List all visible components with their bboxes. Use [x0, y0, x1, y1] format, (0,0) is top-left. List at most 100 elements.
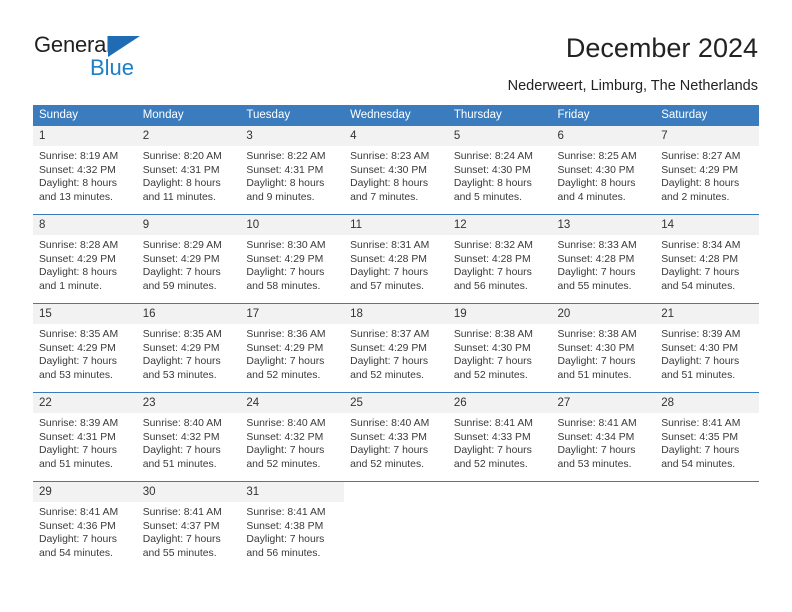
- calendar-day-cell[interactable]: 18 Sunrise: 8:37 AM Sunset: 4:29 PM Dayligh…: [344, 304, 448, 392]
- sunrise-sunset-calendar-table: Sunday Monday Tuesday Wednesday Thursday…: [33, 105, 759, 570]
- day-sun-info: Sunrise: 8:41 AM Sunset: 4:34 PM Daylight:…: [552, 413, 656, 471]
- daylight-duration-line2: and 56 minutes.: [246, 547, 321, 559]
- day-number: 6: [551, 126, 656, 146]
- general-blue-logo[interactable]: General Blue: [34, 33, 184, 83]
- day-number: 23: [136, 393, 241, 413]
- sunrise-time: Sunrise: 8:38 AM: [557, 329, 637, 340]
- calendar-day-cell[interactable]: 6 Sunrise: 8:25 AM Sunset: 4:30 PM Daylight…: [551, 126, 656, 214]
- day-number: 30: [136, 482, 241, 502]
- sunrise-time: Sunrise: 8:41 AM: [453, 418, 533, 429]
- sunset-time: Sunset: 4:29 PM: [246, 253, 324, 265]
- daylight-duration-line2: and 4 minutes.: [557, 191, 626, 203]
- daylight-duration-line2: and 54 minutes.: [661, 280, 736, 292]
- calendar-day-cell[interactable]: 31 Sunrise: 8:41 AM Sunset: 4:38 PM Dayligh…: [240, 482, 345, 570]
- day-number: 29: [33, 482, 137, 502]
- sunrise-time: Sunrise: 8:30 AM: [246, 240, 326, 251]
- sunset-time: Sunset: 4:28 PM: [453, 253, 531, 265]
- daylight-duration-line2: and 51 minutes.: [142, 458, 217, 470]
- calendar-day-cell[interactable]: 25 Sunrise: 8:40 AM Sunset: 4:33 PM Dayligh…: [344, 393, 448, 481]
- daylight-duration-line1: Daylight: 7 hours: [142, 534, 221, 546]
- calendar-day-cell[interactable]: 24 Sunrise: 8:40 AM Sunset: 4:32 PM Dayligh…: [240, 393, 345, 481]
- calendar-empty-cell: [655, 482, 759, 570]
- weekday-header-sunday: Sunday: [33, 105, 137, 126]
- page-header: General Blue December 2024 Nederweert, L…: [0, 0, 792, 100]
- sunset-time: Sunset: 4:28 PM: [661, 253, 739, 265]
- calendar-day-cell[interactable]: 1 Sunrise: 8:19 AM Sunset: 4:32 PM Daylight…: [33, 126, 137, 214]
- calendar-day-cell[interactable]: 14 Sunrise: 8:34 AM Sunset: 4:28 PM Dayligh…: [655, 215, 759, 303]
- sunset-time: Sunset: 4:30 PM: [350, 164, 427, 176]
- sunset-time: Sunset: 4:31 PM: [142, 164, 220, 176]
- daylight-duration-line1: Daylight: 7 hours: [557, 445, 636, 457]
- calendar-day-cell[interactable]: 12 Sunrise: 8:32 AM Sunset: 4:28 PM Dayligh…: [447, 215, 552, 303]
- sunset-time: Sunset: 4:37 PM: [142, 520, 220, 532]
- calendar-day-cell[interactable]: 15 Sunrise: 8:35 AM Sunset: 4:29 PM Dayligh…: [33, 304, 137, 392]
- day-sun-info: Sunrise: 8:35 AM Sunset: 4:29 PM Daylight:…: [33, 324, 137, 382]
- sunset-time: Sunset: 4:38 PM: [246, 520, 324, 532]
- sunrise-time: Sunrise: 8:34 AM: [661, 240, 741, 251]
- calendar-header-row: Sunday Monday Tuesday Wednesday Thursday…: [33, 105, 759, 126]
- calendar-day-cell[interactable]: 13 Sunrise: 8:33 AM Sunset: 4:28 PM Dayligh…: [551, 215, 656, 303]
- sunset-time: Sunset: 4:31 PM: [246, 164, 324, 176]
- sunrise-time: Sunrise: 8:37 AM: [350, 329, 430, 340]
- daylight-duration-line1: Daylight: 7 hours: [350, 356, 429, 368]
- daylight-duration-line1: Daylight: 7 hours: [453, 267, 532, 279]
- weekday-header-tuesday: Tuesday: [240, 105, 345, 126]
- daylight-duration-line2: and 56 minutes.: [453, 280, 528, 292]
- daylight-duration-line1: Daylight: 7 hours: [661, 356, 740, 368]
- calendar-day-cell[interactable]: 28 Sunrise: 8:41 AM Sunset: 4:35 PM Dayligh…: [655, 393, 759, 481]
- calendar-day-cell[interactable]: 11 Sunrise: 8:31 AM Sunset: 4:28 PM Dayligh…: [344, 215, 448, 303]
- day-sun-info: Sunrise: 8:28 AM Sunset: 4:29 PM Daylight:…: [33, 235, 137, 293]
- day-sun-info: Sunrise: 8:35 AM Sunset: 4:29 PM Daylight:…: [137, 324, 241, 382]
- sunrise-time: Sunrise: 8:36 AM: [246, 329, 326, 340]
- day-sun-info: Sunrise: 8:32 AM Sunset: 4:28 PM Daylight:…: [448, 235, 552, 293]
- sunset-time: Sunset: 4:33 PM: [453, 431, 531, 443]
- calendar-day-cell[interactable]: 23 Sunrise: 8:40 AM Sunset: 4:32 PM Dayligh…: [136, 393, 241, 481]
- day-sun-info: Sunrise: 8:33 AM Sunset: 4:28 PM Daylight:…: [552, 235, 656, 293]
- daylight-duration-line1: Daylight: 8 hours: [39, 178, 117, 190]
- daylight-duration-line1: Daylight: 7 hours: [39, 445, 117, 457]
- calendar-day-cell[interactable]: 20 Sunrise: 8:38 AM Sunset: 4:30 PM Dayligh…: [551, 304, 656, 392]
- calendar-day-cell[interactable]: 3 Sunrise: 8:22 AM Sunset: 4:31 PM Daylight…: [240, 126, 345, 214]
- day-number: 9: [136, 215, 241, 235]
- daylight-duration-line1: Daylight: 7 hours: [453, 356, 532, 368]
- calendar-day-cell[interactable]: 8 Sunrise: 8:28 AM Sunset: 4:29 PM Daylight…: [33, 215, 137, 303]
- daylight-duration-line2: and 11 minutes.: [142, 191, 216, 203]
- day-sun-info: Sunrise: 8:25 AM Sunset: 4:30 PM Daylight:…: [552, 146, 656, 204]
- calendar-day-cell[interactable]: 17 Sunrise: 8:36 AM Sunset: 4:29 PM Dayligh…: [240, 304, 345, 392]
- daylight-duration-line1: Daylight: 7 hours: [661, 445, 740, 457]
- calendar-day-cell[interactable]: 5 Sunrise: 8:24 AM Sunset: 4:30 PM Daylight…: [447, 126, 552, 214]
- calendar-day-cell[interactable]: 16 Sunrise: 8:35 AM Sunset: 4:29 PM Dayligh…: [136, 304, 241, 392]
- sunset-time: Sunset: 4:29 PM: [142, 342, 220, 354]
- daylight-duration-line2: and 54 minutes.: [39, 547, 113, 559]
- calendar-day-cell[interactable]: 4 Sunrise: 8:23 AM Sunset: 4:30 PM Daylight…: [344, 126, 448, 214]
- calendar-day-cell[interactable]: 29 Sunrise: 8:41 AM Sunset: 4:36 PM Dayligh…: [33, 482, 137, 570]
- daylight-duration-line1: Daylight: 7 hours: [557, 356, 636, 368]
- daylight-duration-line1: Daylight: 7 hours: [350, 267, 429, 279]
- sunset-time: Sunset: 4:33 PM: [350, 431, 427, 443]
- calendar-day-cell[interactable]: 7 Sunrise: 8:27 AM Sunset: 4:29 PM Daylight…: [655, 126, 759, 214]
- day-sun-info: Sunrise: 8:22 AM Sunset: 4:31 PM Daylight:…: [240, 146, 344, 204]
- calendar-day-cell[interactable]: 2 Sunrise: 8:20 AM Sunset: 4:31 PM Daylight…: [136, 126, 241, 214]
- calendar-day-cell[interactable]: 10 Sunrise: 8:30 AM Sunset: 4:29 PM Dayligh…: [240, 215, 345, 303]
- calendar-day-cell[interactable]: 9 Sunrise: 8:29 AM Sunset: 4:29 PM Daylight…: [136, 215, 241, 303]
- calendar-day-cell[interactable]: 22 Sunrise: 8:39 AM Sunset: 4:31 PM Dayligh…: [33, 393, 137, 481]
- sunrise-time: Sunrise: 8:19 AM: [39, 151, 119, 162]
- day-sun-info: Sunrise: 8:38 AM Sunset: 4:30 PM Daylight:…: [448, 324, 552, 382]
- day-sun-info: Sunrise: 8:39 AM Sunset: 4:31 PM Daylight:…: [33, 413, 137, 471]
- calendar-day-cell[interactable]: 19 Sunrise: 8:38 AM Sunset: 4:30 PM Dayligh…: [447, 304, 552, 392]
- day-number: 12: [447, 215, 552, 235]
- daylight-duration-line2: and 57 minutes.: [350, 280, 425, 292]
- calendar-day-cell[interactable]: 30 Sunrise: 8:41 AM Sunset: 4:37 PM Dayligh…: [136, 482, 241, 570]
- day-number: 24: [240, 393, 345, 413]
- calendar-day-cell[interactable]: 21 Sunrise: 8:39 AM Sunset: 4:30 PM Dayligh…: [655, 304, 759, 392]
- day-number: 14: [655, 215, 759, 235]
- sunrise-time: Sunrise: 8:40 AM: [350, 418, 430, 429]
- calendar-day-cell[interactable]: 26 Sunrise: 8:41 AM Sunset: 4:33 PM Dayligh…: [447, 393, 552, 481]
- day-sun-info: Sunrise: 8:38 AM Sunset: 4:30 PM Daylight:…: [552, 324, 656, 382]
- sunrise-time: Sunrise: 8:35 AM: [142, 329, 222, 340]
- calendar-empty-cell: [551, 482, 656, 570]
- sunrise-time: Sunrise: 8:41 AM: [142, 507, 222, 518]
- calendar-day-cell[interactable]: 27 Sunrise: 8:41 AM Sunset: 4:34 PM Dayligh…: [551, 393, 656, 481]
- daylight-duration-line2: and 58 minutes.: [246, 280, 321, 292]
- sunrise-time: Sunrise: 8:22 AM: [246, 151, 326, 162]
